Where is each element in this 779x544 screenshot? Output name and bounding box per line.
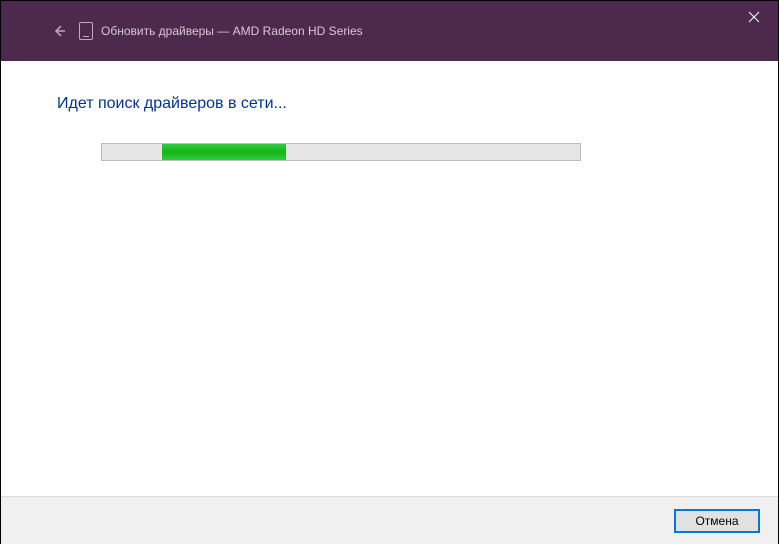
- status-heading: Идет поиск драйверов в сети...: [57, 95, 722, 113]
- content-area: Идет поиск драйверов в сети...: [1, 61, 778, 495]
- progress-fill: [162, 144, 286, 160]
- progress-bar: [101, 143, 581, 161]
- close-button[interactable]: [730, 1, 778, 33]
- back-arrow-icon: [51, 23, 67, 39]
- window-title: Обновить драйверы — AMD Radeon HD Series: [101, 24, 363, 38]
- cancel-button[interactable]: Отмена: [674, 509, 760, 533]
- device-icon: [79, 22, 93, 40]
- footer: Отмена: [1, 496, 778, 544]
- back-button[interactable]: [43, 15, 75, 47]
- close-icon: [748, 11, 760, 23]
- titlebar: Обновить драйверы — AMD Radeon HD Series: [1, 1, 778, 61]
